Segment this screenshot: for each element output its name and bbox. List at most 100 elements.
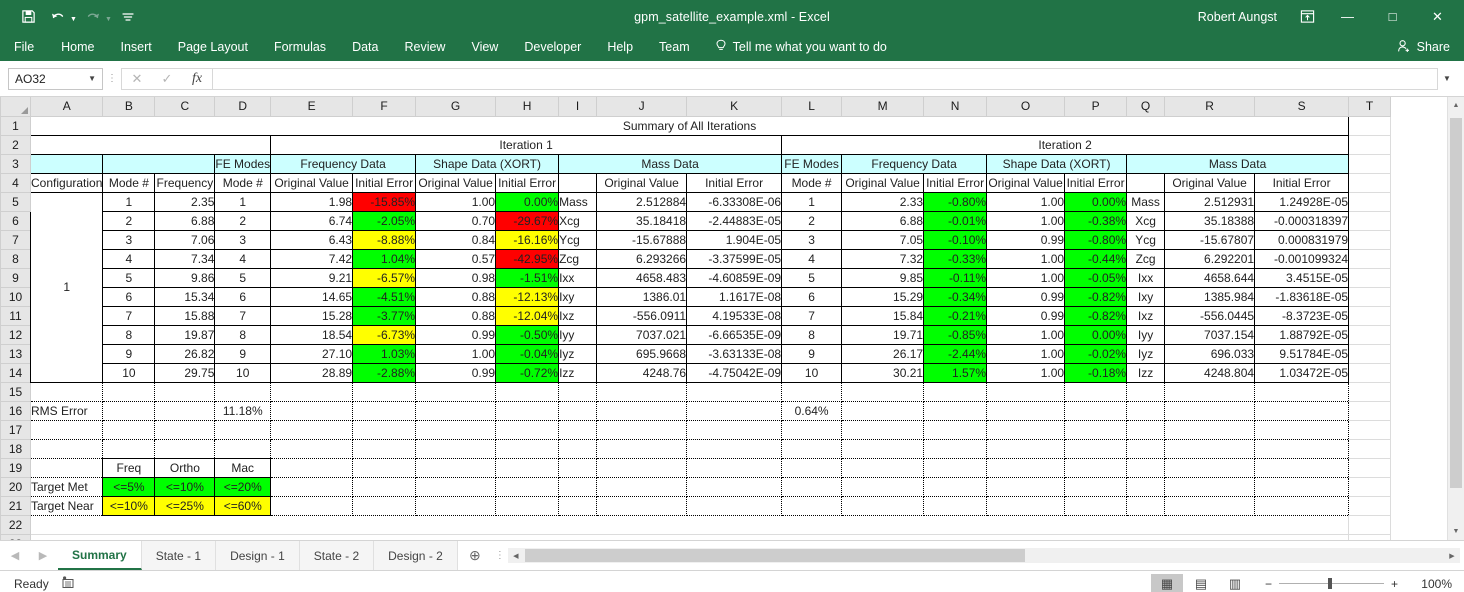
scroll-up-icon[interactable]: ▲ (1448, 97, 1464, 114)
redo-icon[interactable] (79, 5, 107, 29)
cell-L10[interactable]: 6 (781, 286, 843, 307)
cell-F20[interactable] (352, 476, 417, 497)
cell-Q19[interactable] (1126, 457, 1166, 478)
cell-O11[interactable]: 0.99 (986, 305, 1066, 326)
cell-S16[interactable] (1254, 400, 1350, 421)
cell-P10[interactable]: -0.82% (1064, 286, 1128, 307)
cell-Q5[interactable]: Mass (1126, 191, 1166, 212)
cell-E11[interactable]: 15.28 (270, 305, 354, 326)
row-header-14[interactable]: 14 (0, 362, 31, 383)
sheet-tab-design-2[interactable]: Design - 2 (374, 541, 458, 570)
cell-H10[interactable]: -12.13% (495, 286, 560, 307)
cell-Q7[interactable]: Ycg (1126, 229, 1166, 250)
cell-E6[interactable]: 6.74 (270, 210, 354, 231)
row-header-5[interactable]: 5 (0, 191, 31, 212)
row-header-8[interactable]: 8 (0, 248, 31, 269)
cell-R13[interactable]: 696.033 (1164, 343, 1256, 364)
cell-B7[interactable]: 3 (102, 229, 156, 250)
cell-G9[interactable]: 0.98 (415, 267, 497, 288)
cell-K12[interactable]: -6.66535E-09 (686, 324, 783, 345)
cell-R15[interactable] (1164, 381, 1256, 402)
horizontal-scroll-track[interactable] (523, 548, 1444, 563)
cell-F16[interactable] (352, 400, 417, 421)
cell-N21[interactable] (923, 495, 988, 516)
row-header-12[interactable]: 12 (0, 324, 31, 345)
cell-S18[interactable] (1254, 438, 1350, 459)
iteration2-title[interactable]: Iteration 2 (781, 134, 1350, 155)
cell-D7[interactable]: 3 (214, 229, 272, 250)
cell-H11[interactable]: -12.04% (495, 305, 560, 326)
group-frequency-data-1[interactable]: Frequency Data (270, 153, 417, 174)
cell-B10[interactable]: 6 (102, 286, 156, 307)
row-header-10[interactable]: 10 (0, 286, 31, 307)
row-header-1[interactable]: 1 (0, 115, 31, 136)
cell-C16[interactable] (154, 400, 216, 421)
page-break-preview-icon[interactable]: ▥ (1219, 574, 1251, 592)
cell-C8[interactable]: 7.34 (154, 248, 216, 269)
column-header-D[interactable]: D (214, 97, 272, 117)
cell-C14[interactable]: 29.75 (154, 362, 216, 383)
cell-T5[interactable] (1348, 192, 1392, 212)
cell-E17[interactable] (270, 419, 354, 440)
cell-L7[interactable]: 3 (781, 229, 843, 250)
cell-H5[interactable]: 0.00% (495, 191, 560, 212)
cell-G7[interactable]: 0.84 (415, 229, 497, 250)
cell-N7[interactable]: -0.10% (923, 229, 988, 250)
cell-P17[interactable] (1064, 419, 1128, 440)
row-header-17[interactable]: 17 (0, 419, 31, 440)
cell-N14[interactable]: 1.57% (923, 362, 988, 383)
cell-N18[interactable] (923, 438, 988, 459)
legend-header-mac[interactable]: Mac (214, 457, 272, 478)
row-header-3[interactable]: 3 (0, 153, 31, 174)
cell-I21[interactable] (558, 495, 598, 516)
cancel-icon[interactable]: ✕ (122, 69, 152, 89)
cell-L12[interactable]: 8 (781, 324, 843, 345)
cell-L14[interactable]: 10 (781, 362, 843, 383)
cell-B9[interactable]: 5 (102, 267, 156, 288)
tell-me-search[interactable]: Tell me what you want to do (715, 39, 887, 56)
insert-function-icon[interactable]: fx (182, 69, 212, 89)
cell-H6[interactable]: -29.67% (495, 210, 560, 231)
cell-H18[interactable] (495, 438, 560, 459)
legend-met-mac[interactable]: <=20% (214, 476, 272, 497)
cell-O6[interactable]: 1.00 (986, 210, 1066, 231)
maximize-button[interactable]: □ (1370, 0, 1415, 33)
horizontal-scroll-thumb[interactable] (524, 549, 1025, 562)
row-header-16[interactable]: 16 (0, 400, 31, 421)
cell-O9[interactable]: 1.00 (986, 267, 1066, 288)
cell-B11[interactable]: 7 (102, 305, 156, 326)
cell-D10[interactable]: 6 (214, 286, 272, 307)
cell-R8[interactable]: 6.292201 (1164, 248, 1256, 269)
undo-icon[interactable] (44, 5, 72, 29)
legend-label-target-near[interactable]: Target Near (29, 495, 104, 516)
legend-label-target-met[interactable]: Target Met (29, 476, 104, 497)
cell-A23-range[interactable] (30, 534, 1350, 540)
cell-Q8[interactable]: Zcg (1126, 248, 1166, 269)
cell-Q12[interactable]: Iyy (1126, 324, 1166, 345)
row-header-22[interactable]: 22 (0, 514, 31, 535)
cell-T21[interactable] (1348, 496, 1392, 516)
collabel-mode-num-d[interactable]: Mode # (214, 172, 272, 193)
save-icon[interactable] (14, 5, 42, 29)
cell-Q11[interactable]: Ixz (1126, 305, 1166, 326)
cell-T9[interactable] (1348, 268, 1392, 288)
cell-S10[interactable]: -1.83618E-05 (1254, 286, 1350, 307)
group-fe-modes-2[interactable]: FE Modes (781, 153, 843, 174)
cell-M5[interactable]: 2.33 (841, 191, 925, 212)
redo-dropdown-icon[interactable]: ▼ (105, 16, 112, 23)
cell-E8[interactable]: 7.42 (270, 248, 354, 269)
cell-F10[interactable]: -4.51% (352, 286, 417, 307)
cell-P7[interactable]: -0.80% (1064, 229, 1128, 250)
cell-L21[interactable] (781, 495, 843, 516)
column-header-L[interactable]: L (781, 97, 843, 117)
ribbon-tab-page-layout[interactable]: Page Layout (165, 33, 261, 61)
cell-J7[interactable]: -15.67888 (596, 229, 688, 250)
cell-G15[interactable] (415, 381, 497, 402)
cell-G19[interactable] (415, 457, 497, 478)
group-fe-modes-1[interactable]: FE Modes (214, 153, 272, 174)
cell-S12[interactable]: 1.88792E-05 (1254, 324, 1350, 345)
cell-C10[interactable]: 15.34 (154, 286, 216, 307)
undo-dropdown-icon[interactable]: ▼ (70, 16, 77, 23)
cell-S15[interactable] (1254, 381, 1350, 402)
cell-P13[interactable]: -0.02% (1064, 343, 1128, 364)
